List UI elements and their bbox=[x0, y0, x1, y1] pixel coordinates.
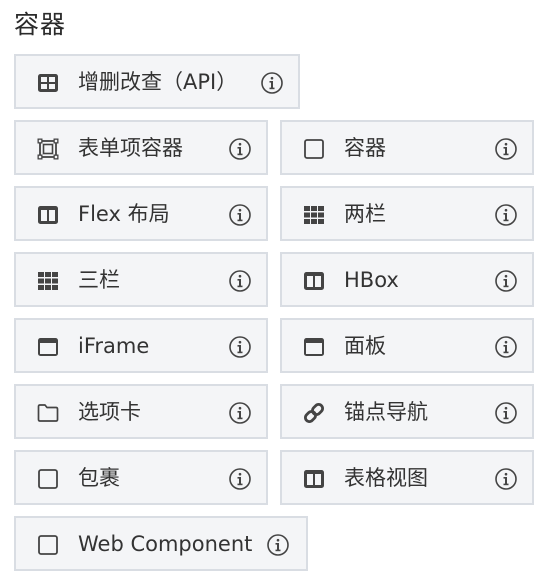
info-icon[interactable] bbox=[494, 467, 518, 491]
component-label: 包裹 bbox=[78, 466, 120, 490]
grid-icon bbox=[36, 269, 60, 293]
folder-icon bbox=[36, 401, 60, 425]
component-label: 表格视图 bbox=[344, 466, 428, 490]
component-wrapper[interactable]: 包裹 bbox=[14, 450, 268, 505]
info-icon[interactable] bbox=[266, 533, 290, 557]
form-item-container-icon bbox=[36, 137, 60, 161]
component-container[interactable]: 容器 bbox=[280, 120, 534, 175]
component-label: 锚点导航 bbox=[344, 400, 428, 424]
info-icon[interactable] bbox=[228, 203, 252, 227]
component-web-component[interactable]: Web Component bbox=[14, 516, 308, 571]
component-label: Flex 布局 bbox=[78, 202, 170, 226]
window-icon bbox=[36, 335, 60, 359]
info-icon[interactable] bbox=[494, 401, 518, 425]
columns-icon bbox=[302, 269, 326, 293]
square-icon bbox=[36, 533, 60, 557]
info-icon[interactable] bbox=[228, 269, 252, 293]
component-label: 面板 bbox=[344, 334, 386, 358]
info-icon[interactable] bbox=[494, 203, 518, 227]
columns-icon bbox=[36, 203, 60, 227]
info-icon[interactable] bbox=[260, 71, 284, 95]
component-three-columns[interactable]: 三栏 bbox=[14, 252, 268, 307]
component-crud-api[interactable]: 增删改查（API） bbox=[14, 54, 300, 109]
component-label: 三栏 bbox=[78, 268, 120, 292]
component-label: 选项卡 bbox=[78, 400, 141, 424]
square-icon bbox=[36, 467, 60, 491]
component-flex-layout[interactable]: Flex 布局 bbox=[14, 186, 268, 241]
component-table-view[interactable]: 表格视图 bbox=[280, 450, 534, 505]
window-icon bbox=[302, 335, 326, 359]
component-label: 两栏 bbox=[344, 202, 386, 226]
container-components-panel: 容器 增删改查（API） 表单项容器 容器 Flex 布局 两栏 三栏 HBox bbox=[0, 0, 552, 586]
table-icon bbox=[36, 71, 60, 95]
columns-icon bbox=[302, 467, 326, 491]
info-icon[interactable] bbox=[228, 467, 252, 491]
grid-icon bbox=[302, 203, 326, 227]
component-anchor-nav[interactable]: 锚点导航 bbox=[280, 384, 534, 439]
component-label: 容器 bbox=[344, 136, 386, 160]
section-title: 容器 bbox=[14, 10, 67, 39]
info-icon[interactable] bbox=[228, 401, 252, 425]
component-label: HBox bbox=[344, 268, 399, 292]
component-panel[interactable]: 面板 bbox=[280, 318, 534, 373]
info-icon[interactable] bbox=[228, 335, 252, 359]
info-icon[interactable] bbox=[494, 137, 518, 161]
info-icon[interactable] bbox=[494, 335, 518, 359]
info-icon[interactable] bbox=[228, 137, 252, 161]
component-label: Web Component bbox=[78, 532, 253, 556]
square-icon bbox=[302, 137, 326, 161]
component-label: iFrame bbox=[78, 334, 150, 358]
component-label: 增删改查（API） bbox=[78, 70, 238, 94]
info-icon[interactable] bbox=[494, 269, 518, 293]
component-form-item-container[interactable]: 表单项容器 bbox=[14, 120, 268, 175]
component-hbox[interactable]: HBox bbox=[280, 252, 534, 307]
component-iframe[interactable]: iFrame bbox=[14, 318, 268, 373]
component-tabs[interactable]: 选项卡 bbox=[14, 384, 268, 439]
component-label: 表单项容器 bbox=[78, 136, 183, 160]
link-icon bbox=[302, 401, 326, 425]
component-two-columns[interactable]: 两栏 bbox=[280, 186, 534, 241]
